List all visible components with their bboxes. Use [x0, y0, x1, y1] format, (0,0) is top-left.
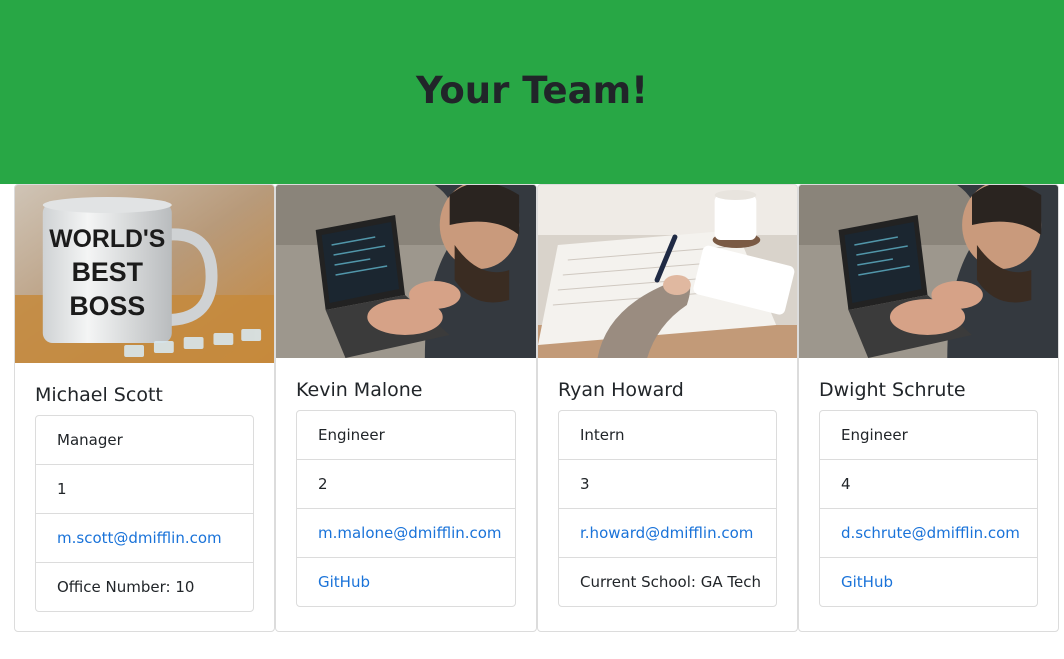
member-id: 4 [820, 460, 1037, 509]
mug-text-1: WORLD'S [49, 225, 165, 253]
member-id: 3 [559, 460, 776, 509]
member-role: Intern [559, 411, 776, 460]
email-link[interactable]: d.schrute@dmifflin.com [841, 524, 1020, 542]
github-link[interactable]: GitHub [841, 573, 893, 591]
page-title: Your Team! [415, 68, 649, 112]
info-list: Intern 3 r.howard@dmifflin.com Current S… [558, 410, 777, 607]
info-list: Engineer 4 d.schrute@dmifflin.com GitHub [819, 410, 1038, 607]
member-id: 2 [297, 460, 515, 509]
member-role: Engineer [820, 411, 1037, 460]
team-card-engineer: Kevin Malone Engineer 2 m.malone@dmiffli… [275, 184, 537, 632]
email-item: m.scott@dmifflin.com [36, 514, 253, 563]
laptop-photo [276, 185, 536, 358]
github-item: GitHub [820, 558, 1037, 606]
member-role: Manager [36, 416, 253, 465]
mug-text-2: BEST [72, 257, 144, 287]
writing-photo [538, 185, 797, 358]
member-name: Kevin Malone [296, 379, 423, 401]
info-list: Engineer 2 m.malone@dmifflin.com GitHub [296, 410, 516, 607]
email-item: r.howard@dmifflin.com [559, 509, 776, 558]
member-role: Engineer [297, 411, 515, 460]
member-name: Dwight Schrute [819, 379, 966, 401]
github-link[interactable]: GitHub [318, 573, 370, 591]
email-item: d.schrute@dmifflin.com [820, 509, 1037, 558]
mug-photo: WORLD'S BEST BOSS [15, 185, 274, 363]
hero-banner: Your Team! [0, 0, 1064, 184]
laptop-photo [799, 185, 1058, 358]
team-card-manager: WORLD'S BEST BOSS Michael Scott Manager … [14, 184, 275, 632]
mug-text-3: BOSS [69, 291, 145, 321]
info-list: Manager 1 m.scott@dmifflin.com Office Nu… [35, 415, 254, 612]
member-id: 1 [36, 465, 253, 514]
team-card-intern: Ryan Howard Intern 3 r.howard@dmifflin.c… [537, 184, 798, 632]
email-item: m.malone@dmifflin.com [297, 509, 515, 558]
office-number: Office Number: 10 [57, 578, 195, 596]
email-link[interactable]: r.howard@dmifflin.com [580, 524, 753, 542]
member-name: Michael Scott [35, 384, 163, 406]
school-item: Current School: GA Tech [580, 573, 761, 591]
team-card-engineer: Dwight Schrute Engineer 4 d.schrute@dmif… [798, 184, 1059, 632]
github-item: GitHub [297, 558, 515, 606]
member-name: Ryan Howard [558, 379, 684, 401]
email-link[interactable]: m.malone@dmifflin.com [318, 524, 502, 542]
email-link[interactable]: m.scott@dmifflin.com [57, 529, 222, 547]
